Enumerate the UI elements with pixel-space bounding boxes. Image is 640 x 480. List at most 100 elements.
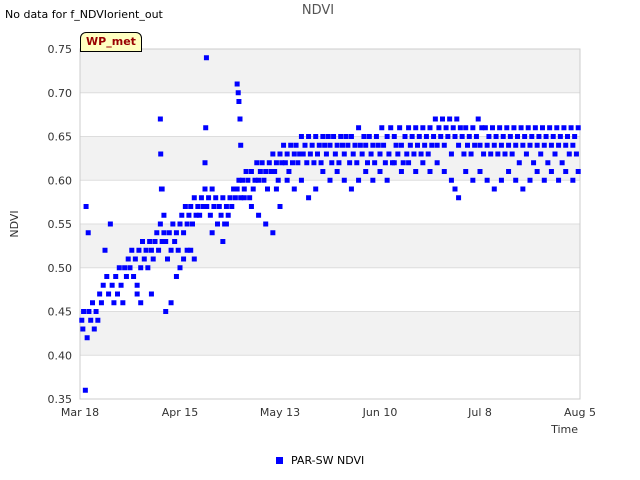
data-point (243, 169, 249, 174)
data-point (570, 142, 576, 148)
data-point (334, 169, 340, 174)
data-point (138, 265, 144, 271)
data-point (186, 212, 192, 218)
data-point (248, 169, 254, 174)
data-point (175, 247, 181, 253)
data-point (493, 134, 499, 139)
data-point (120, 300, 126, 306)
data-point (452, 134, 458, 139)
y-axis-label: NDVI (8, 210, 21, 237)
data-point (518, 125, 524, 131)
data-point (498, 142, 504, 148)
data-point (290, 160, 295, 166)
x-axis: Mar 18 Apr 15 May 13 Jun 10 Jul 8 Aug 5 (61, 406, 596, 419)
data-point (554, 125, 560, 131)
data-point (541, 142, 547, 148)
data-point (459, 134, 465, 139)
data-point (441, 142, 447, 148)
data-point (131, 274, 137, 279)
data-point (484, 177, 490, 183)
data-point (404, 151, 410, 157)
data-point (490, 125, 495, 131)
data-point (575, 169, 581, 174)
data-point (291, 151, 297, 157)
data-point (161, 230, 167, 236)
data-point (90, 300, 95, 306)
data-point (115, 291, 120, 297)
data-point (572, 134, 578, 139)
data-point (318, 160, 324, 166)
data-point (218, 212, 224, 218)
data-point (556, 142, 562, 148)
data-point (461, 151, 467, 157)
data-point (148, 247, 154, 253)
data-point (277, 204, 283, 209)
data-point (177, 265, 183, 271)
data-point (104, 274, 110, 279)
data-point (300, 151, 306, 157)
data-point (498, 177, 504, 183)
y-tick-label: 0.35 (48, 393, 73, 406)
data-point (420, 125, 426, 131)
data-point (382, 160, 388, 166)
data-point (515, 134, 520, 139)
data-point (320, 169, 326, 174)
data-point (307, 151, 313, 157)
data-point (532, 125, 538, 131)
grid-band (80, 311, 580, 356)
data-point (209, 186, 215, 192)
data-point (95, 317, 101, 323)
y-axis: 0.35 0.40 0.45 0.50 0.55 0.60 0.65 0.70 0.75 (48, 43, 73, 406)
data-point (140, 239, 145, 244)
data-point (118, 282, 124, 288)
data-point (241, 195, 247, 201)
data-point (352, 142, 358, 148)
data-point (127, 265, 133, 271)
data-point (347, 160, 353, 166)
data-point (443, 125, 449, 131)
data-point (266, 160, 272, 166)
data-point (190, 221, 195, 227)
data-point (227, 195, 233, 201)
data-point (440, 116, 445, 122)
data-point (213, 195, 219, 201)
data-point (427, 125, 433, 131)
data-point (223, 221, 229, 227)
legend-label-par-sw-ndvi: PAR-SW NDVI (291, 454, 365, 467)
data-point (438, 134, 444, 139)
y-tick-label: 0.45 (48, 306, 73, 319)
data-point (377, 151, 383, 157)
data-point (320, 134, 326, 139)
data-point (393, 142, 399, 148)
data-point (286, 169, 292, 174)
data-point (473, 134, 479, 139)
data-point (150, 256, 156, 262)
data-point (237, 116, 243, 122)
ndvi-scatter-chart: NDVI 0.35 0.40 0.45 0.50 0.55 0.60 0.65 0.70 0.7… (8, 3, 596, 436)
grid-band (80, 49, 580, 93)
data-point (422, 142, 428, 148)
data-point (416, 134, 422, 139)
data-point (122, 265, 128, 271)
data-point (463, 125, 469, 131)
data-point (491, 142, 497, 148)
data-point (575, 125, 581, 131)
data-point (331, 134, 337, 139)
data-point (484, 142, 490, 148)
data-point (247, 195, 253, 201)
y-tick-label: 0.70 (48, 87, 73, 100)
data-point (298, 177, 304, 183)
data-point (477, 142, 483, 148)
data-point (547, 125, 553, 131)
data-point (406, 160, 412, 166)
data-point (240, 177, 245, 183)
data-point (366, 134, 372, 139)
data-point (398, 142, 404, 148)
data-point (391, 160, 397, 166)
data-point (284, 177, 290, 183)
data-point (356, 177, 362, 183)
data-point (343, 134, 349, 139)
data-point (568, 125, 574, 131)
data-point (397, 125, 403, 131)
data-point (400, 160, 406, 166)
